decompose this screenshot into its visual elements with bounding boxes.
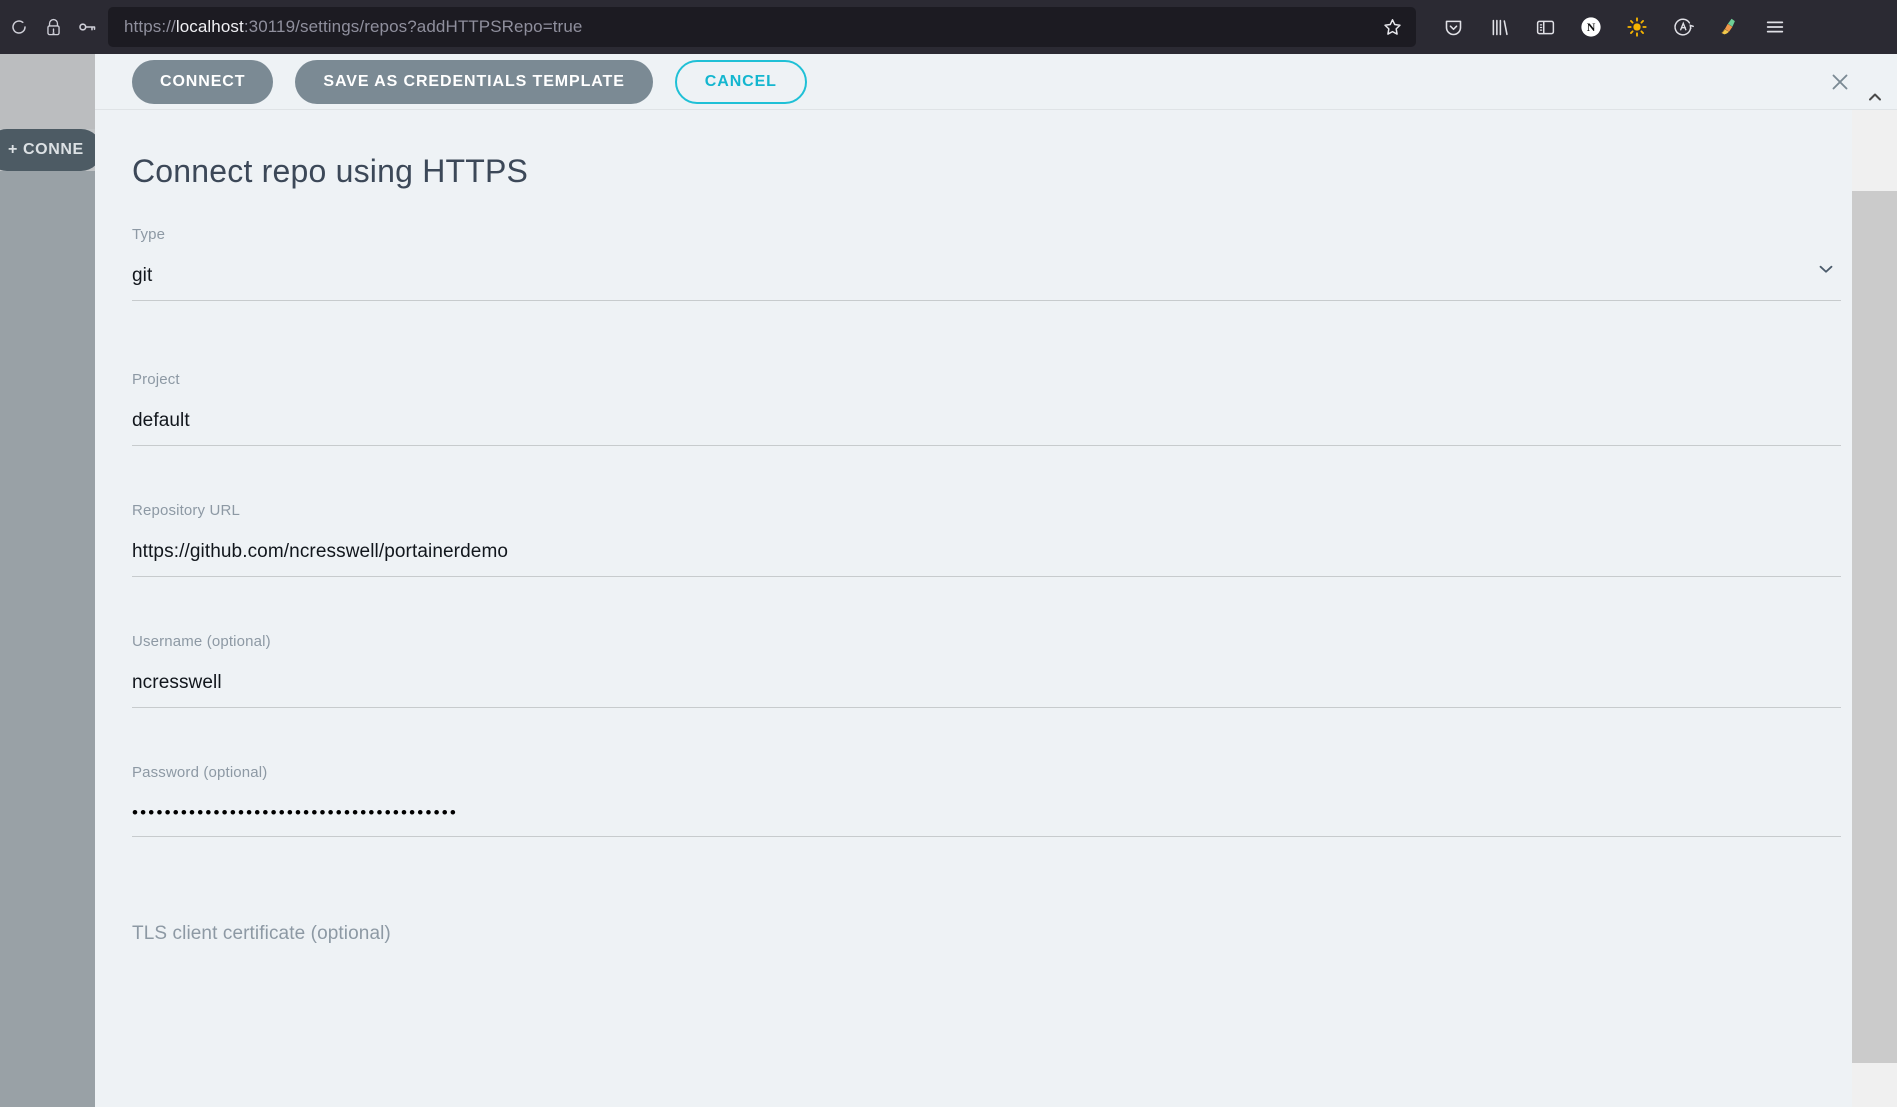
notion-account-icon[interactable]: N bbox=[1576, 12, 1606, 42]
svg-text:N: N bbox=[1587, 20, 1596, 34]
field-project: Project default bbox=[132, 371, 1841, 446]
field-repository-url-value[interactable]: https://github.com/ncresswell/portainerd… bbox=[132, 541, 1841, 576]
field-repository-url: Repository URL https://github.com/ncress… bbox=[132, 502, 1841, 577]
pocket-icon[interactable] bbox=[1438, 12, 1468, 42]
browser-extension-icons: N bbox=[1438, 12, 1790, 42]
field-username: Username (optional) ncresswell bbox=[132, 633, 1841, 708]
brightness-sun-icon[interactable] bbox=[1622, 12, 1652, 42]
field-password-underline bbox=[132, 836, 1841, 838]
bookmark-star-icon[interactable] bbox=[1376, 11, 1408, 43]
field-username-value[interactable]: ncresswell bbox=[132, 672, 1841, 707]
field-type-value[interactable]: git bbox=[132, 265, 1841, 300]
field-project-underline bbox=[132, 445, 1841, 446]
shield-warning-icon[interactable] bbox=[36, 10, 70, 44]
cancel-button[interactable]: CANCEL bbox=[674, 59, 807, 104]
sidebar-toggle-icon[interactable] bbox=[1530, 12, 1560, 42]
scrollbar-track[interactable] bbox=[1852, 147, 1897, 1107]
field-password-label: Password (optional) bbox=[132, 764, 268, 781]
connect-repo-modal: CONNECT SAVE AS CREDENTIALS TEMPLATE CAN… bbox=[95, 54, 1897, 1107]
chevron-down-icon[interactable] bbox=[1815, 258, 1837, 285]
background-connect-button[interactable]: + CONNE bbox=[0, 129, 102, 171]
field-repository-url-underline bbox=[132, 576, 1841, 577]
tls-client-certificate-label: TLS client certificate (optional) bbox=[132, 923, 391, 945]
field-username-label: Username (optional) bbox=[132, 633, 271, 650]
field-repository-url-label: Repository URL bbox=[132, 502, 240, 519]
field-password-value[interactable]: •••••••••••••••••••••••••••••••••••••••• bbox=[132, 803, 1841, 836]
field-type-label: Type bbox=[132, 226, 166, 243]
screenshot-capture-icon[interactable] bbox=[1668, 12, 1698, 42]
scrollbar-up-button[interactable] bbox=[1852, 54, 1897, 110]
connect-button[interactable]: CONNECT bbox=[132, 59, 274, 104]
save-credentials-template-button[interactable]: SAVE AS CREDENTIALS TEMPLATE bbox=[295, 59, 653, 104]
modal-body: Connect repo using HTTPS Type git Projec… bbox=[95, 110, 1897, 1107]
key-icon[interactable] bbox=[70, 10, 104, 44]
field-type-underline bbox=[132, 300, 1841, 301]
url-text[interactable]: https://localhost:30119/settings/repos?a… bbox=[124, 17, 1376, 37]
library-icon[interactable] bbox=[1484, 12, 1514, 42]
field-username-underline bbox=[132, 707, 1841, 708]
browser-nav-icons bbox=[0, 10, 104, 44]
scrollbar-thumb[interactable] bbox=[1852, 191, 1897, 1063]
browser-toolbar: https://localhost:30119/settings/repos?a… bbox=[0, 0, 1897, 54]
vertical-scrollbar[interactable] bbox=[1852, 110, 1897, 1107]
modal-header: CONNECT SAVE AS CREDENTIALS TEMPLATE CAN… bbox=[95, 54, 1897, 110]
background-connect-label: + CONNE bbox=[8, 141, 84, 158]
paint-brush-icon[interactable] bbox=[1714, 12, 1744, 42]
field-project-value[interactable]: default bbox=[132, 410, 1841, 445]
field-project-label: Project bbox=[132, 371, 180, 388]
hamburger-menu-icon[interactable] bbox=[1760, 12, 1790, 42]
field-type: Type git bbox=[132, 226, 1841, 301]
page-title: Connect repo using HTTPS bbox=[132, 153, 529, 189]
back-icon[interactable] bbox=[2, 10, 36, 44]
url-bar[interactable]: https://localhost:30119/settings/repos?a… bbox=[108, 7, 1416, 47]
connect-repo-form: Connect repo using HTTPS Type git Projec… bbox=[95, 110, 1852, 1107]
field-password: Password (optional) ••••••••••••••••••••… bbox=[132, 764, 1841, 838]
